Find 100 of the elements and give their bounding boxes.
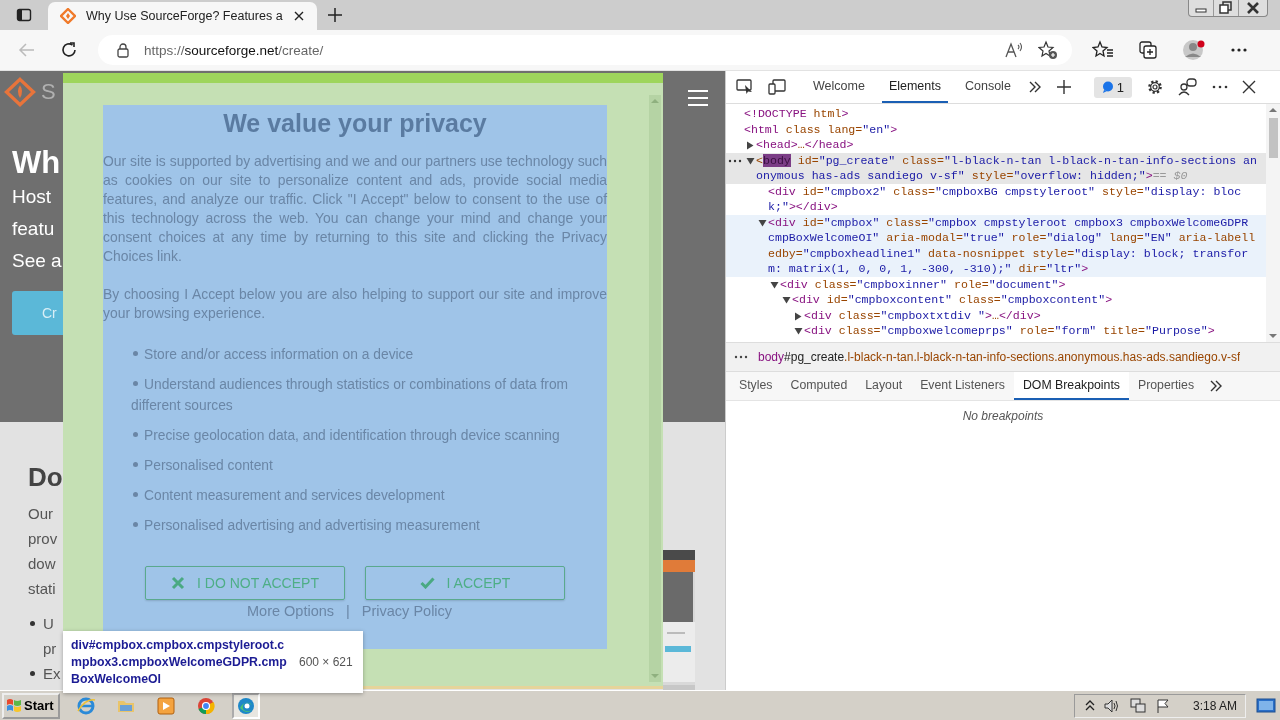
tree-row[interactable]: <html class lang="en"> (726, 121, 1266, 137)
tree-row[interactable]: <div id="cmpboxcontent" class="cmpboxcontent"> (726, 292, 1266, 308)
section-text: stati (28, 579, 57, 599)
purpose-text: Personalised advertising and advertising measurement (131, 515, 591, 536)
diamond-logo-icon (4, 77, 36, 107)
bullet-text: U (43, 614, 55, 634)
inspect-icon[interactable] (736, 79, 754, 95)
consent-paragraph: Our site is supported by advertising and we and our partners use technology such as cookies on our site to personalize content and ads, provide social media features, and analyze our traffic. Click "I Accept" below to consent to the use of this technology across the web. You can change your mind and change your consent choices at any time by returning to this site and clicking the Privacy Choices link. (103, 152, 607, 266)
tree-row[interactable]: <head>…</head> (726, 137, 1266, 153)
tree-row[interactable]: <div class="cmpboxtxtdiv ">…</div> (726, 307, 1266, 323)
devtools-tab[interactable]: Elements (881, 71, 948, 103)
taskbar-app[interactable] (231, 692, 260, 719)
panel-tab[interactable]: Styles (730, 372, 782, 400)
more-icon[interactable] (1212, 85, 1228, 89)
more-icon[interactable] (1230, 47, 1248, 53)
scrollbar[interactable] (1266, 104, 1280, 342)
issues-badge[interactable]: 1 (1093, 76, 1132, 98)
favorites-icon[interactable] (1092, 40, 1114, 60)
network-icon[interactable] (1128, 697, 1147, 714)
section-text: Our (28, 504, 54, 524)
panel-tab[interactable]: Computed (781, 372, 857, 400)
more-tabs-icon[interactable] (1209, 380, 1224, 392)
intro-text: Host (12, 185, 53, 209)
purpose-text: Personalised content (131, 455, 591, 476)
close-icon[interactable] (1242, 80, 1256, 94)
more-icon[interactable] (734, 355, 748, 359)
show-hidden-icon[interactable] (1084, 699, 1095, 712)
edge-icon (235, 695, 256, 716)
section-text: prov (28, 529, 59, 549)
caret-down-icon[interactable] (746, 156, 755, 165)
show-desktop-icon[interactable] (1256, 696, 1276, 715)
window-controls[interactable] (1188, 0, 1268, 17)
intro-text: See a (12, 249, 63, 273)
caret-down-icon[interactable] (770, 280, 779, 289)
panel-tab[interactable]: DOM Breakpoints (1013, 372, 1129, 400)
devtools-tab[interactable]: Console (958, 71, 1018, 103)
panel-tab[interactable]: Properties (1129, 372, 1204, 400)
element-size: 600 × 621 (299, 655, 353, 669)
tree-row[interactable]: <!DOCTYPE html> (726, 106, 1266, 122)
settings-icon[interactable] (1146, 78, 1164, 96)
panel-tab[interactable]: Event Listeners (911, 372, 1014, 400)
section-heading: Do (28, 462, 63, 493)
markup-text: <div class="cmpboxtxtdiv ">…</div> (804, 307, 1041, 323)
clock-time[interactable]: 3:18 AM (1192, 698, 1237, 713)
browser-tab[interactable]: Why Use SourceForge? Features a (48, 2, 317, 30)
logo-text: S (41, 79, 56, 105)
purpose-text: Understand audiences through statistics or combinations of data from different sources (131, 376, 570, 415)
element-selector: div#cmpbox.cmpbox.cmpstyleroot.cmpbox3.cmpboxWelcomeGDPR.cmpBoxWelcomeOI (71, 636, 288, 688)
add-icon[interactable] (1055, 79, 1072, 95)
caret-down-icon[interactable] (782, 296, 791, 304)
bullet-dot (30, 621, 35, 626)
empty-message: No breakpoints (962, 409, 1044, 425)
caret-down-icon[interactable] (794, 327, 803, 335)
device-icon[interactable] (768, 79, 786, 95)
markup-text: <html class lang="en"> (744, 121, 898, 137)
browser-e-icon (75, 695, 96, 716)
scroll-up-icon[interactable] (1268, 106, 1278, 114)
menu-icon[interactable] (687, 89, 709, 107)
profile-avatar-icon[interactable] (1182, 38, 1206, 62)
purpose-text: Content measurement and services development (131, 485, 591, 506)
tree-row[interactable]: <div class="cmpboxwelcomeprps" role="form" title="Purpose"> (726, 323, 1266, 339)
devtools-tab[interactable]: Welcome (806, 71, 872, 103)
intro-text: featu (12, 217, 56, 241)
page-heading: Wh (12, 145, 62, 181)
scroll-thumb[interactable] (1268, 118, 1278, 158)
diamond-logo-icon (60, 8, 76, 24)
chrome-icon (195, 695, 216, 716)
scroll-down-icon[interactable] (1268, 332, 1278, 340)
dialog-title: We value your privacy (222, 109, 488, 138)
bullet-text: Ex (43, 664, 61, 684)
collections-icon[interactable] (1138, 40, 1158, 60)
section-text: dow (28, 554, 57, 574)
flag-icon[interactable] (1154, 697, 1171, 714)
tab-actions-icon[interactable] (16, 7, 32, 23)
markup-text: <div id="cmpbox" class="cmpbox cmpstyleroot cmpbox3 cmpboxWelcomeGDPR cmpBoxWelcomeOI" aria-modal="true" role="dialog" lang="EN" aria-labelledby="cmpboxheadline1" data-nosnippet style="display: block; transform: matrix(1, 0, 0, 1, -300, -310);" dir="ltr"> (768, 214, 1257, 277)
tree-row[interactable]: <div class="cmpboxinner" role="document"> (726, 276, 1266, 292)
speaker-icon[interactable] (1102, 697, 1121, 714)
issues-count: 1 (1116, 79, 1124, 95)
caret-right-icon[interactable] (746, 141, 754, 150)
purpose-text: Precise geolocation data, and identification through device scanning (131, 425, 591, 446)
read-aloud-icon[interactable] (1004, 41, 1024, 59)
add-favorite-icon[interactable] (1038, 40, 1058, 60)
connection-icon[interactable] (1178, 78, 1198, 96)
markup-text: <!DOCTYPE html> (744, 106, 849, 122)
close-icon[interactable] (292, 10, 305, 22)
start-button[interactable]: Start (2, 692, 60, 719)
more-tabs-icon[interactable] (1027, 81, 1042, 93)
caret-right-icon[interactable] (794, 311, 802, 321)
panel-tab[interactable]: Layout (856, 372, 912, 400)
address-field[interactable]: https://sourceforge.net/create/ (98, 35, 1072, 65)
reload-icon[interactable] (60, 41, 78, 59)
purpose-text: Store and/or access information on a device (131, 344, 591, 365)
lock-icon (116, 42, 130, 58)
more-icon[interactable] (728, 158, 742, 163)
caret-down-icon[interactable] (758, 218, 767, 227)
bullet-dot (30, 671, 35, 676)
windows-logo-icon (6, 698, 22, 713)
chat-bubble-icon (1101, 81, 1114, 93)
markup-text: <div id="cmpboxcontent" class="cmpboxcontent"> (792, 292, 1113, 308)
new-tab-icon[interactable] (326, 7, 343, 23)
